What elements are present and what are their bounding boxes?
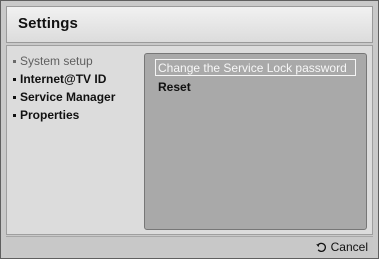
cancel-button[interactable]: Cancel [315, 239, 368, 255]
cancel-label: Cancel [330, 240, 368, 254]
menu-item-label: Properties [20, 108, 80, 122]
bullet-icon [13, 113, 16, 117]
option-change-service-lock-password[interactable]: Change the Service Lock password [155, 59, 356, 76]
menu-item-properties[interactable]: Properties [11, 106, 147, 124]
window-title: Settings [18, 15, 78, 32]
settings-window: Settings System setup Internet@TV ID Ser… [0, 0, 379, 259]
menu-item-label: System setup [20, 54, 93, 68]
return-arrow-icon [315, 241, 327, 253]
settings-content: System setup Internet@TV ID Service Mana… [6, 45, 373, 235]
option-reset[interactable]: Reset [155, 79, 356, 96]
footer-bar: Cancel [6, 236, 373, 256]
menu-item-system-setup[interactable]: System setup [11, 52, 147, 70]
bullet-icon [13, 59, 16, 63]
title-bar: Settings [6, 6, 373, 43]
menu-item-service-manager[interactable]: Service Manager [11, 88, 147, 106]
menu-item-label: Internet@TV ID [20, 72, 107, 86]
menu-item-internet-tv-id[interactable]: Internet@TV ID [11, 70, 147, 88]
bullet-icon [13, 77, 16, 81]
bullet-icon [13, 95, 16, 99]
settings-menu: System setup Internet@TV ID Service Mana… [11, 52, 147, 232]
detail-panel: Change the Service Lock password Reset [144, 53, 367, 230]
menu-item-label: Service Manager [20, 90, 116, 104]
